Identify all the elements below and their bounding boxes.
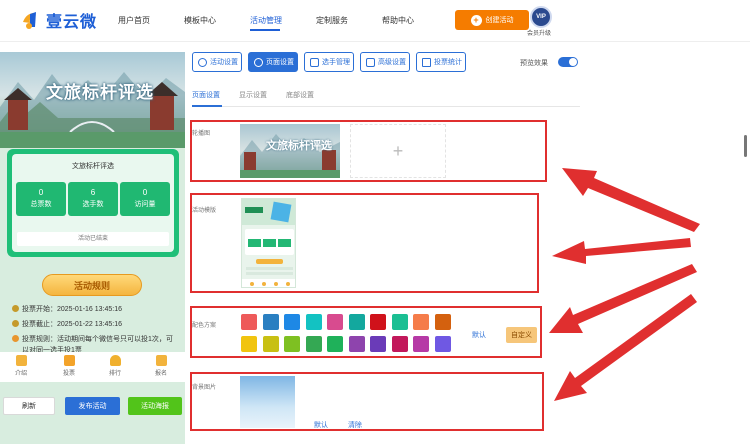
arrow-to-colors xyxy=(549,264,697,333)
arrow-to-background xyxy=(554,294,697,401)
arrow-to-template xyxy=(552,238,691,264)
page-scrollbar[interactable] xyxy=(744,135,747,157)
arrow-to-carousel xyxy=(562,168,700,232)
annotation-arrows xyxy=(549,168,700,401)
